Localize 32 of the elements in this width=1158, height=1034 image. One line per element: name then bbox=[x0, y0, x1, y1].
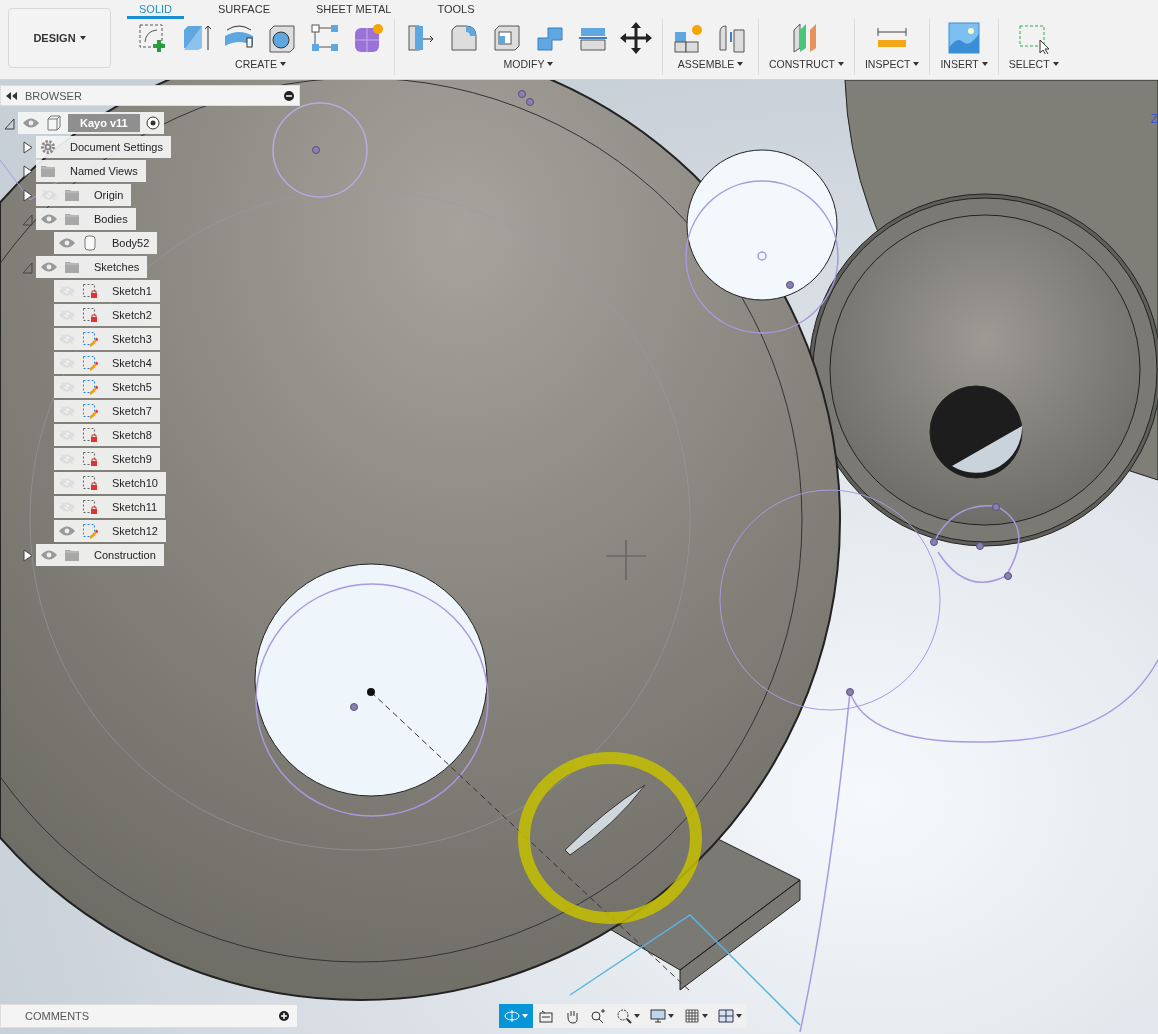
tool-group-menu[interactable]: INSPECT bbox=[864, 58, 920, 70]
browser-title: BROWSER bbox=[25, 89, 83, 102]
comments-title: COMMENTS bbox=[25, 1010, 91, 1022]
browser-node[interactable]: Bodies bbox=[36, 208, 136, 230]
browser-node[interactable]: Sketch9 bbox=[54, 448, 160, 470]
browser-node[interactable]: Sketch4 bbox=[54, 352, 160, 374]
browser-node[interactable]: Sketch11 bbox=[54, 496, 166, 518]
browser-node[interactable]: Body52 bbox=[54, 232, 158, 254]
browser-node[interactable]: Named Views bbox=[36, 160, 146, 182]
tool-group-menu[interactable]: CONSTRUCT bbox=[769, 58, 844, 70]
tool-group-menu[interactable]: INSERT bbox=[940, 58, 988, 70]
browser-node[interactable]: Document Settings bbox=[36, 136, 171, 158]
tool-group-menu[interactable]: CREATE bbox=[235, 58, 286, 70]
browser-node[interactable]: Sketch2 bbox=[54, 304, 160, 326]
browser-node[interactable]: Sketch5 bbox=[54, 376, 160, 398]
browser-node[interactable]: Origin bbox=[36, 184, 132, 206]
browser-node[interactable]: Sketch7 bbox=[54, 400, 160, 422]
browser-node[interactable]: Construction bbox=[36, 544, 164, 566]
tool-group-menu[interactable]: ASSEMBLE bbox=[677, 58, 744, 70]
toolbar-tab[interactable]: SURFACE bbox=[206, 0, 282, 19]
browser-node[interactable]: Sketch3 bbox=[54, 328, 160, 350]
browser-node[interactable]: Sketch10 bbox=[54, 472, 166, 494]
tool-group-menu[interactable]: MODIFY bbox=[503, 58, 554, 70]
toolbar-tab[interactable]: SHEET METAL bbox=[304, 0, 404, 19]
browser-node[interactable]: Sketches bbox=[36, 256, 148, 278]
browser-node[interactable]: Sketch12 bbox=[54, 520, 166, 542]
tool-group-menu[interactable]: SELECT bbox=[1008, 58, 1059, 70]
browser-node[interactable]: Sketch1 bbox=[54, 280, 160, 302]
toolbar-tab[interactable]: TOOLS bbox=[425, 0, 487, 19]
workspace-dropdown[interactable]: DESIGN bbox=[8, 8, 111, 68]
axis-label: Z bbox=[1150, 112, 1158, 126]
browser-node[interactable]: Sketch8 bbox=[54, 424, 160, 446]
